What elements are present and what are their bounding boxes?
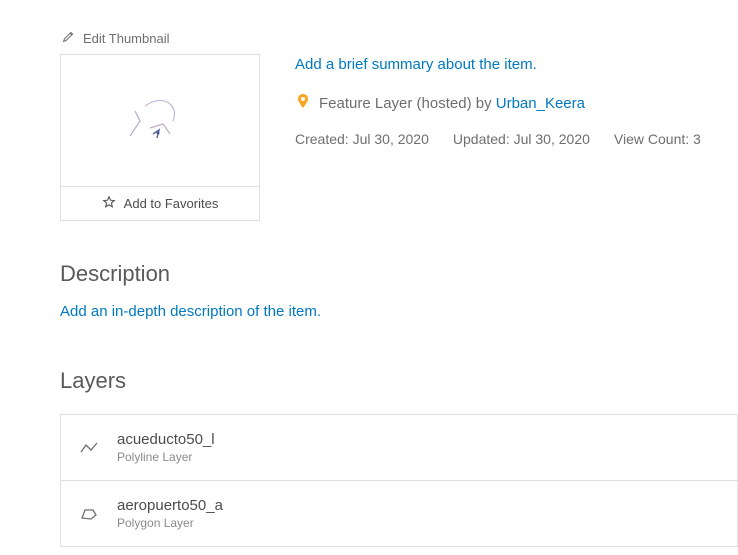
item-type-label: Feature Layer (hosted) [319,95,472,112]
by-label: by [476,95,492,112]
polygon-icon [79,507,99,521]
edit-thumbnail-label: Edit Thumbnail [83,31,169,46]
pencil-icon [62,30,75,46]
add-summary-link[interactable]: Add a brief summary about the item. [295,56,701,73]
viewcount-label: View Count: [614,131,689,147]
add-description-link[interactable]: Add an in-depth description of the item. [60,303,738,320]
favorites-label: Add to Favorites [124,196,219,211]
updated-value: Jul 30, 2020 [514,131,590,147]
thumbnail-image [115,86,205,156]
owner-link[interactable]: Urban_Keera [496,95,585,112]
star-icon [102,195,116,212]
created-value: Jul 30, 2020 [353,131,429,147]
edit-thumbnail-button[interactable]: Edit Thumbnail [60,30,265,46]
layer-name: acueducto50_l [117,431,215,448]
layer-row[interactable]: acueducto50_l Polyline Layer [60,414,738,481]
layer-row[interactable]: aeropuerto50_a Polygon Layer [60,480,738,547]
feature-layer-icon [295,93,311,113]
layer-name: aeropuerto50_a [117,497,223,514]
description-heading: Description [60,261,738,287]
layers-heading: Layers [60,368,738,394]
polyline-icon [79,441,99,455]
layer-type: Polyline Layer [117,450,215,464]
thumbnail-preview[interactable] [60,54,260,187]
created-label: Created: [295,131,349,147]
add-to-favorites-button[interactable]: Add to Favorites [60,187,260,221]
viewcount-value: 3 [693,131,701,147]
updated-label: Updated: [453,131,510,147]
layer-type: Polygon Layer [117,516,223,530]
